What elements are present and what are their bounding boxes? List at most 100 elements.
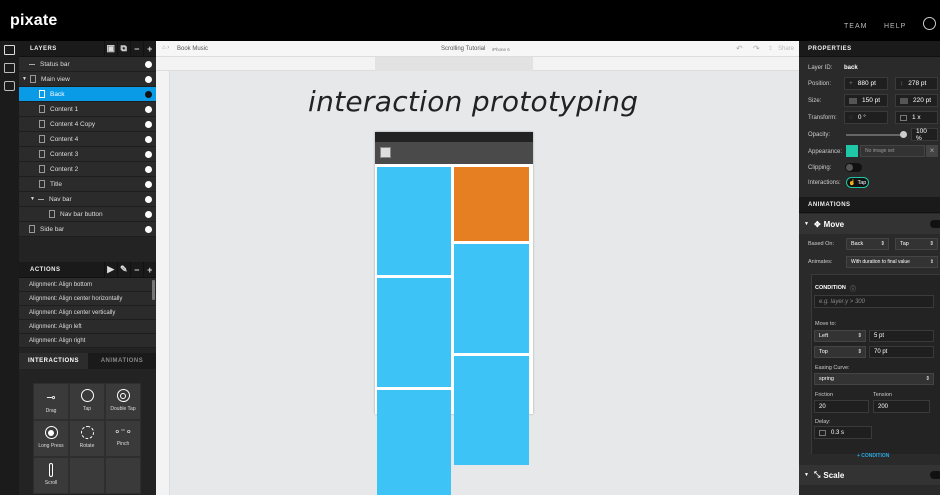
friction-field[interactable]: 20 bbox=[814, 400, 869, 413]
action-item[interactable]: Alignment: Align bottom bbox=[19, 278, 156, 292]
opacity-slider-track[interactable] bbox=[846, 134, 904, 136]
layer-row[interactable]: Side bar bbox=[19, 222, 156, 237]
canvas-area[interactable]: ⌂ › Book Music Scrolling Tutorial iPhone… bbox=[156, 41, 799, 495]
move-to-top-field[interactable]: 70 pt bbox=[869, 346, 934, 358]
visibility-icon[interactable] bbox=[145, 61, 152, 68]
layer-row[interactable]: Content 4 Copy bbox=[19, 117, 156, 132]
action-item[interactable]: Alignment: Align center vertically bbox=[19, 306, 156, 320]
layer-row[interactable]: Content 2 bbox=[19, 162, 156, 177]
expand-arrow-icon[interactable]: ▼ bbox=[30, 196, 35, 202]
help-link[interactable]: HELP bbox=[884, 23, 906, 30]
home-icon[interactable]: ⌂ › bbox=[162, 45, 169, 51]
share-button[interactable]: Share bbox=[778, 46, 794, 52]
move-to-left-select[interactable]: Left ⇕ bbox=[814, 330, 866, 342]
scale-field[interactable]: 1 x bbox=[895, 111, 938, 124]
visibility-icon[interactable] bbox=[145, 136, 152, 143]
add-layer-icon[interactable]: + bbox=[143, 40, 156, 57]
content-tile[interactable] bbox=[377, 390, 451, 495]
move-toggle[interactable] bbox=[930, 220, 940, 228]
tab-animations[interactable]: ANIMATIONS bbox=[88, 353, 156, 369]
gesture-tap[interactable]: Tap bbox=[69, 383, 105, 420]
layer-row[interactable]: ▼ Nav bar bbox=[19, 192, 156, 207]
visibility-icon[interactable] bbox=[145, 181, 152, 188]
visibility-icon[interactable] bbox=[145, 76, 152, 83]
height-field[interactable]: 220 pt bbox=[895, 94, 938, 107]
layer-id-value[interactable]: back bbox=[844, 65, 858, 71]
tension-field[interactable]: 200 bbox=[873, 400, 930, 413]
condition-input[interactable]: e.g. layer.y > 300 bbox=[814, 295, 934, 308]
gesture-drag[interactable]: ⊸ Drag bbox=[33, 383, 69, 420]
duplicate-icon[interactable]: ⧉ bbox=[117, 40, 130, 57]
redo-icon[interactable]: ↷ bbox=[753, 44, 760, 53]
visibility-icon[interactable] bbox=[145, 151, 152, 158]
content-tile[interactable] bbox=[377, 167, 451, 275]
collapse-arrow-icon[interactable]: ▼ bbox=[804, 472, 809, 478]
scale-animation-header[interactable]: ▼ ⤡ Scale bbox=[799, 465, 940, 485]
action-item[interactable]: Alignment: Align left bbox=[19, 320, 156, 334]
image-picker[interactable]: No image set bbox=[860, 145, 925, 157]
visibility-icon[interactable] bbox=[145, 121, 152, 128]
add-condition-button[interactable]: + CONDITION bbox=[857, 453, 889, 459]
based-on-event-select[interactable]: Tap ⇕ bbox=[895, 238, 938, 250]
breadcrumb[interactable]: Book Music bbox=[177, 46, 208, 52]
content-tile[interactable] bbox=[454, 356, 529, 465]
remove-layer-icon[interactable]: − bbox=[130, 40, 143, 57]
nav-bar-button[interactable] bbox=[380, 147, 391, 158]
content-tile[interactable] bbox=[454, 244, 529, 353]
layer-row[interactable]: Content 1 bbox=[19, 102, 156, 117]
nav-bar[interactable] bbox=[375, 142, 533, 164]
based-on-select[interactable]: Back ⇕ bbox=[846, 238, 889, 250]
user-avatar-icon[interactable] bbox=[923, 17, 936, 30]
gesture-scroll[interactable]: Scroll bbox=[33, 457, 69, 494]
remove-action-icon[interactable]: − bbox=[130, 261, 143, 278]
action-item[interactable]: Alignment: Align right bbox=[19, 334, 156, 348]
move-to-left-field[interactable]: 5 pt bbox=[869, 330, 934, 342]
undo-icon[interactable]: ↶ bbox=[736, 44, 743, 53]
opacity-slider-thumb[interactable] bbox=[900, 131, 907, 138]
visibility-icon[interactable] bbox=[145, 211, 152, 218]
visibility-icon[interactable] bbox=[145, 196, 152, 203]
team-link[interactable]: TEAM bbox=[844, 23, 867, 30]
visibility-icon[interactable] bbox=[145, 166, 152, 173]
status-bar[interactable] bbox=[375, 132, 533, 142]
move-animation-header[interactable]: ▼ ✥ Move bbox=[799, 214, 940, 234]
layer-row-selected[interactable]: Back bbox=[19, 87, 156, 102]
delay-field[interactable]: 0.3 s bbox=[814, 426, 872, 439]
layer-row[interactable]: Nav bar button bbox=[19, 207, 156, 222]
clipping-toggle[interactable] bbox=[845, 163, 862, 172]
visibility-icon[interactable] bbox=[145, 106, 152, 113]
expand-arrow-icon[interactable]: ▼ bbox=[22, 76, 27, 82]
document-title[interactable]: Scrolling Tutorial bbox=[441, 46, 485, 52]
edit-icon[interactable]: ✎ bbox=[117, 261, 130, 278]
app-logo[interactable]: pixate bbox=[10, 12, 57, 30]
layer-row[interactable]: ▼ Main view bbox=[19, 72, 156, 87]
gesture-double-tap[interactable]: Double Tap bbox=[105, 383, 141, 420]
position-y-field[interactable]: ↕ 278 pt bbox=[895, 77, 938, 90]
gesture-pinch[interactable]: ∘⁻∘ Pinch bbox=[105, 420, 141, 457]
clear-image-icon[interactable]: × bbox=[926, 145, 938, 157]
opacity-field[interactable]: 100 % bbox=[911, 128, 938, 142]
content-tile[interactable] bbox=[377, 278, 451, 387]
animates-select[interactable]: With duration to final value ⇕ bbox=[846, 256, 938, 268]
help-icon[interactable]: ⓘ bbox=[850, 284, 856, 293]
layer-row[interactable]: Content 3 bbox=[19, 147, 156, 162]
add-action-icon[interactable]: + bbox=[143, 261, 156, 278]
move-to-top-select[interactable]: Top ⇕ bbox=[814, 346, 866, 358]
device-name[interactable]: iPhone 6 bbox=[492, 47, 510, 52]
visibility-icon[interactable] bbox=[145, 226, 152, 233]
device-frame[interactable] bbox=[375, 132, 533, 495]
position-x-field[interactable]: +880 pt bbox=[844, 77, 888, 90]
layer-row[interactable]: Status bar bbox=[19, 57, 156, 72]
gesture-rotate[interactable]: Rotate bbox=[69, 420, 105, 457]
gesture-long-press[interactable]: Long Press bbox=[33, 420, 69, 457]
assets-tool-icon[interactable] bbox=[4, 63, 15, 73]
layer-row[interactable]: Content 4 bbox=[19, 132, 156, 147]
layers-tool-icon[interactable] bbox=[4, 45, 15, 55]
rotation-field[interactable]: ◌ 0 ° bbox=[844, 111, 888, 124]
play-icon[interactable]: ▶ bbox=[104, 261, 117, 278]
layer-row[interactable]: Title bbox=[19, 177, 156, 192]
width-field[interactable]: 150 pt bbox=[844, 94, 888, 107]
tab-interactions[interactable]: INTERACTIONS bbox=[19, 353, 88, 369]
collapse-arrow-icon[interactable]: ▼ bbox=[804, 221, 809, 227]
easing-select[interactable]: spring ⇕ bbox=[814, 373, 934, 385]
